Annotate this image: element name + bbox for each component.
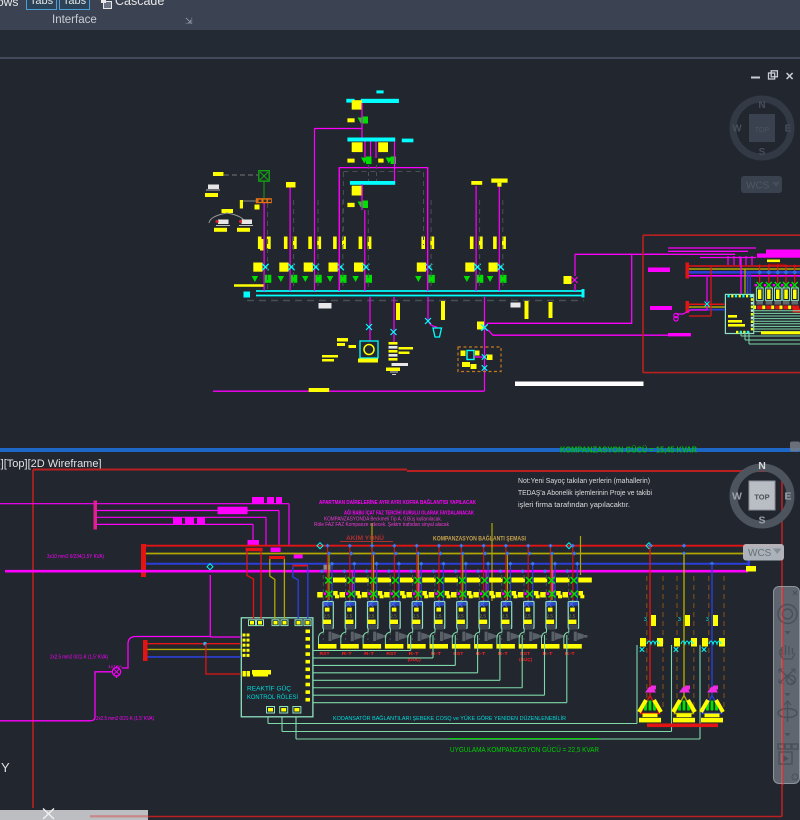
svg-text:REAKTİF GÜÇ: REAKTİF GÜÇ <box>247 686 292 693</box>
svg-text:R-T: R-T <box>342 651 352 656</box>
svg-text:2,5: 2,5 <box>480 613 487 618</box>
svg-text:Not:Yeni Sayoç takılan yerleri: Not:Yeni Sayoç takılan yerlerin (mahalle… <box>518 476 650 485</box>
svg-text:2,5: 2,5 <box>547 613 554 618</box>
svg-text:E: E <box>784 491 791 503</box>
svg-text:1x16A: 1x16A <box>108 664 122 669</box>
svg-text:R-T: R-T <box>409 651 419 656</box>
svg-text:2x2.5 mm2 0/21-K (1,5' KVA): 2x2.5 mm2 0/21-K (1,5' KVA) <box>96 716 154 722</box>
svg-text:TEDAŞ'a Abonelik işlemlerinin: TEDAŞ'a Abonelik işlemlerinin Proje ve t… <box>518 488 652 497</box>
svg-text:3: 3 <box>706 617 709 623</box>
svg-text:AĞI BABU İÇAT FAZ TERCİHİ KURU: AĞI BABU İÇAT FAZ TERCİHİ KURULU OLARAK … <box>344 509 475 517</box>
svg-text:2,5: 2,5 <box>435 613 442 618</box>
svg-text:KOMPANZASYON BAĞLANTI ŞEMASI: KOMPANZASYON BAĞLANTI ŞEMASI <box>433 534 526 543</box>
svg-text:2,5: 2,5 <box>502 613 509 618</box>
svg-text:N: N <box>758 460 766 472</box>
svg-text:2,5: 2,5 <box>324 613 331 618</box>
svg-text:AKIM YÖNÜ: AKIM YÖNÜ <box>346 535 385 542</box>
svg-text:2,5: 2,5 <box>368 613 375 618</box>
svg-text:işleri firma tarafından yapıla: işleri firma tarafından yapılacaktır. <box>518 500 630 509</box>
svg-text:TOP: TOP <box>754 493 769 502</box>
svg-text:Y: Y <box>1 760 10 775</box>
svg-text:3: 3 <box>644 617 647 623</box>
svg-text:KONTROL RÖLESİ: KONTROL RÖLESİ <box>247 694 298 701</box>
svg-text:Röle FAZ FAZ Kompanze edecek.: Röle FAZ FAZ Kompanze edecek. Şekim traf… <box>314 522 449 528</box>
svg-text:3x10 mm2 0/234(1,5Y KVA): 3x10 mm2 0/234(1,5Y KVA) <box>47 554 104 560</box>
svg-text:R-T: R-T <box>364 651 374 656</box>
svg-text:APARTMAN DAİRELERİNE AYRI AYRI: APARTMAN DAİRELERİNE AYRI AYRI KOFRA BAĞ… <box>319 498 477 506</box>
svg-text:RST: RST <box>320 651 330 656</box>
svg-text:KODANSATÖR BAĞLANTILARI ŞEBEKE: KODANSATÖR BAĞLANTILARI ŞEBEKE COSQ ve Y… <box>333 715 566 722</box>
svg-text:(GÜÇ): (GÜÇ) <box>519 657 533 662</box>
svg-text:2,5: 2,5 <box>346 613 353 618</box>
svg-text:2,5: 2,5 <box>457 613 464 618</box>
svg-text:RST: RST <box>386 651 396 656</box>
svg-text:KOMPANZASYON GÜCÜ = 15,45 KV: KOMPANZASYON GÜCÜ = 15,45 KVAR <box>560 445 698 455</box>
svg-text:2,5: 2,5 <box>390 613 397 618</box>
svg-text:W: W <box>732 491 742 503</box>
svg-text:3: 3 <box>678 617 681 623</box>
svg-text:WCS: WCS <box>748 548 772 559</box>
svg-text:-][Top][2D Wireframe]: -][Top][2D Wireframe] <box>0 458 102 470</box>
svg-text:S: S <box>758 515 765 527</box>
svg-text:2,5: 2,5 <box>413 613 420 618</box>
svg-text:2x2.5 mm2 0/21-K (1,5' KVA): 2x2.5 mm2 0/21-K (1,5' KVA) <box>50 655 108 661</box>
svg-text:UYGULAMA KOMPANZASYON GÜCÜ =: UYGULAMA KOMPANZASYON GÜCÜ = 22,5 KVAR <box>450 745 599 754</box>
svg-text:2,5: 2,5 <box>524 613 531 618</box>
svg-text:2,5: 2,5 <box>569 613 576 618</box>
